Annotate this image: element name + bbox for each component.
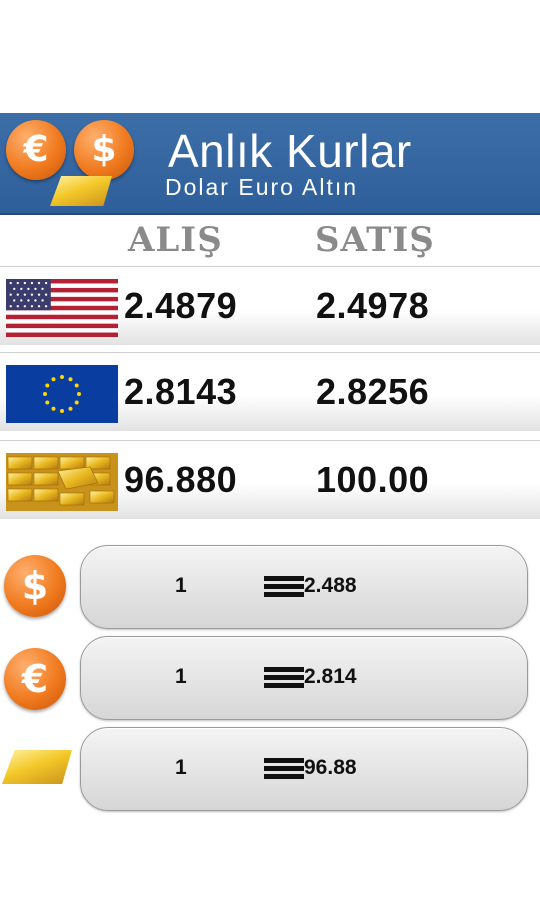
rate-row-usd: 2.4879 2.4978	[0, 266, 540, 345]
app-title: Anlık Kurlar	[168, 125, 412, 177]
eur-converter-button[interactable]: 1 2.814	[80, 636, 528, 720]
eur-sell-rate: 2.8256	[316, 371, 430, 412]
gold-buy-rate: 96.880	[124, 459, 238, 500]
gold-amount: 1	[175, 756, 187, 779]
gold-result: 96.88	[304, 756, 357, 779]
app-subtitle: Dolar Euro Altın	[165, 174, 359, 200]
usd-sell-rate: 2.4978	[316, 285, 430, 326]
gold-converter-button[interactable]: 1 96.88	[80, 727, 528, 811]
sell-column-header: SATIŞ	[315, 220, 435, 260]
eur-buy-rate: 2.8143	[124, 371, 238, 412]
equals-icon	[264, 576, 304, 600]
usd-buy-rate: 2.4879	[124, 285, 238, 326]
eu-flag-icon	[6, 365, 118, 423]
eur-amount: 1	[175, 665, 187, 688]
usd-amount: 1	[175, 574, 187, 597]
equals-icon	[264, 667, 304, 691]
gold-bars-icon	[6, 453, 118, 511]
gold-sell-rate: 100.00	[316, 459, 430, 500]
us-flag-icon	[6, 279, 118, 337]
dollar-coin-icon: $	[4, 555, 66, 617]
euro-coin-icon: €	[6, 120, 66, 180]
buy-column-header: ALIŞ	[128, 220, 223, 260]
eur-result: 2.814	[304, 665, 357, 688]
usd-converter-button[interactable]: 1 2.488	[80, 545, 528, 629]
rate-row-eur: 2.8143 2.8256	[0, 352, 540, 431]
gold-bar-icon	[2, 750, 72, 784]
usd-result: 2.488	[304, 574, 357, 597]
equals-icon	[264, 758, 304, 782]
euro-coin-icon: €	[4, 648, 66, 710]
rate-row-gold: 96.880 100.00	[0, 440, 540, 519]
dollar-coin-icon: $	[74, 120, 134, 180]
